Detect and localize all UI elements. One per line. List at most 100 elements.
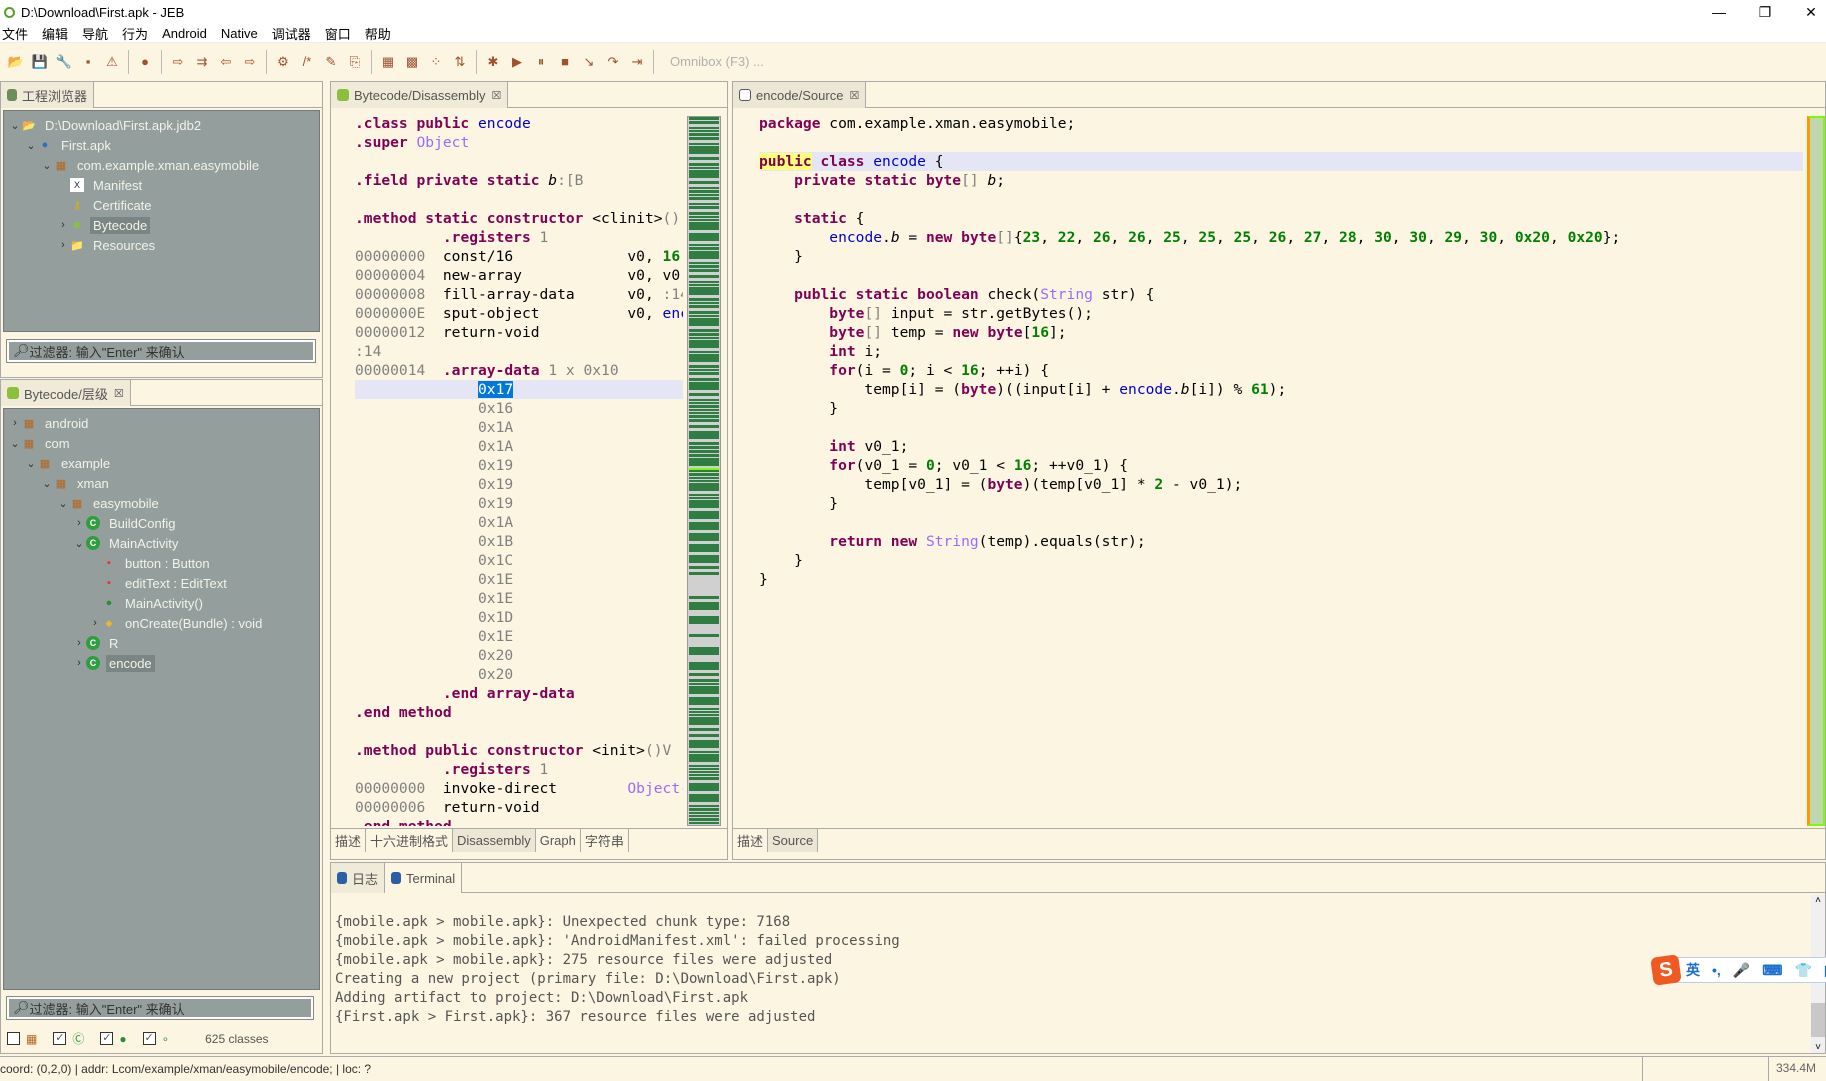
menu-2[interactable]: 导航 xyxy=(80,24,116,43)
hierarchy-filter-input[interactable]: 🔎︎ 过滤器: 输入"Enter" 来确认 xyxy=(6,996,314,1020)
tree-item[interactable]: › ▦ android xyxy=(8,413,91,433)
menu-5[interactable]: Native xyxy=(219,26,266,41)
scroll-thumb[interactable] xyxy=(1811,1003,1825,1037)
chevron-down-icon[interactable]: ⌄ xyxy=(40,159,54,172)
view-tab[interactable]: Graph xyxy=(536,829,581,852)
jump-icon[interactable]: ⇨ xyxy=(169,53,187,71)
tree-item[interactable]: › Cencode xyxy=(72,653,155,673)
chevron-right-icon[interactable]: › xyxy=(72,657,86,669)
forward-icon[interactable]: ⇨ xyxy=(241,53,259,71)
sogou-logo-icon[interactable]: S xyxy=(1650,954,1682,986)
navigate-icon[interactable]: ⇉ xyxy=(193,53,211,71)
tree-item[interactable]: ▪ editText : EditText xyxy=(88,573,230,593)
pause-icon[interactable]: ⏸ xyxy=(532,53,550,71)
view-tab[interactable]: Disassembly xyxy=(453,829,536,852)
comment-icon[interactable]: /* xyxy=(298,53,316,71)
minimize-button[interactable]: — xyxy=(1696,0,1742,24)
menu-3[interactable]: 行为 xyxy=(120,24,156,43)
tree-item[interactable]: ⚷ Certificate xyxy=(56,195,155,215)
menu-4[interactable]: Android xyxy=(160,26,215,41)
globe-icon[interactable]: ● xyxy=(136,53,154,71)
menu-1[interactable]: 编辑 xyxy=(40,24,76,43)
close-tab-icon[interactable]: ☒ xyxy=(114,387,124,400)
scroll-down-icon[interactable]: ˅ xyxy=(1811,1042,1825,1053)
filter-checkbox[interactable] xyxy=(7,1032,20,1045)
view-tab[interactable]: 字符串 xyxy=(581,829,629,852)
export-icon[interactable]: ⎘ xyxy=(346,53,364,71)
chevron-right-icon[interactable]: › xyxy=(88,617,102,629)
graph-icon[interactable]: ⁘ xyxy=(427,53,445,71)
package-icon[interactable]: ▦ xyxy=(379,53,397,71)
chevron-down-icon[interactable]: ⌄ xyxy=(40,477,54,490)
chevron-down-icon[interactable]: ⌄ xyxy=(24,457,38,470)
chevron-down-icon[interactable]: ⌄ xyxy=(8,119,22,132)
chevron-down-icon[interactable]: ⌄ xyxy=(72,537,86,550)
ime-language-toggle[interactable]: 英 xyxy=(1686,960,1700,980)
view-tab[interactable]: 描述 xyxy=(331,829,367,852)
view-tab[interactable]: 十六进制格式 xyxy=(366,829,454,852)
menu-8[interactable]: 帮助 xyxy=(363,24,399,43)
chevron-right-icon[interactable]: › xyxy=(56,219,70,231)
rename-icon[interactable]: ✎ xyxy=(322,53,340,71)
tab-bytecode-disassembly[interactable]: Bytecode/Disassembly ☒ xyxy=(331,82,509,108)
source-code[interactable]: package com.example.xman.easymobile; publ… xyxy=(759,114,1803,826)
chevron-down-icon[interactable]: ⌄ xyxy=(56,497,70,510)
tree-item[interactable]: ⌄ ▦ com xyxy=(8,433,73,453)
close-button[interactable]: ✕ xyxy=(1788,0,1826,24)
ime-punctuation-icon[interactable]: •, xyxy=(1712,962,1721,978)
chevron-right-icon[interactable]: › xyxy=(56,239,70,251)
tree-item[interactable]: ⌄ 📂 D:\Download\First.apk.jdb2 xyxy=(8,115,204,135)
tree-item[interactable]: › ◆ onCreate(Bundle) : void xyxy=(88,613,265,633)
disassembly-overview-scrollbar[interactable] xyxy=(687,116,721,826)
chevron-right-icon[interactable]: › xyxy=(8,417,22,429)
debug-bug-icon[interactable]: ✱ xyxy=(484,53,502,71)
step-out-icon[interactable]: ⇥ xyxy=(628,53,646,71)
sort-icon[interactable]: ⇅ xyxy=(451,53,469,71)
scroll-up-icon[interactable]: ˄ xyxy=(1811,895,1825,906)
tab-encode-source[interactable]: encode/Source ☒ xyxy=(733,82,867,108)
ime-keyboard-icon[interactable]: ⌨ xyxy=(1762,962,1782,979)
restore-button[interactable]: ❐ xyxy=(1742,0,1788,24)
close-tab-icon[interactable]: ☒ xyxy=(492,89,502,102)
step-into-icon[interactable]: ↘ xyxy=(580,53,598,71)
menu-0[interactable]: 文件 xyxy=(0,24,36,43)
warning-icon[interactable]: ⚠ xyxy=(103,53,121,71)
tree-item[interactable]: ● MainActivity() xyxy=(88,593,206,613)
tree-item[interactable]: X Manifest xyxy=(56,175,145,195)
ime-skin-icon[interactable]: 👕 xyxy=(1794,962,1811,979)
chevron-down-icon[interactable]: ⌄ xyxy=(24,139,38,152)
stamp-icon[interactable]: ▪ xyxy=(79,53,97,71)
menu-7[interactable]: 窗口 xyxy=(323,24,359,43)
tree-item[interactable]: › ✱ Bytecode xyxy=(56,215,151,235)
tab-log[interactable]: 日志 xyxy=(331,863,386,893)
chevron-down-icon[interactable]: ⌄ xyxy=(8,437,22,450)
wrench-icon[interactable]: 🔧 xyxy=(55,53,73,71)
tree-item[interactable]: ⌄ ● First.apk xyxy=(24,135,114,155)
tab-terminal[interactable]: Terminal xyxy=(385,863,463,893)
back-icon[interactable]: ⇦ xyxy=(217,53,235,71)
tree-item[interactable]: › C BuildConfig xyxy=(72,513,179,533)
tree-item[interactable]: ⌄ ▦ example xyxy=(24,453,113,473)
tree-item[interactable]: ⌄ ▦ easymobile xyxy=(56,493,162,513)
omnibox-input[interactable]: Omnibox (F3) ... xyxy=(670,54,764,69)
view-tab[interactable]: 描述 xyxy=(733,829,769,852)
save-icon[interactable]: 💾 xyxy=(31,53,49,71)
project-filter-input[interactable]: 🔎︎ 过滤器: 输入"Enter" 来确认 xyxy=(6,339,316,363)
tree-item[interactable]: ⌄ ▦ com.example.xman.easymobile xyxy=(40,155,262,175)
source-overview-ruler[interactable] xyxy=(1807,116,1825,826)
tab-bytecode-hierarchy[interactable]: Bytecode/层级 ☒ xyxy=(1,380,131,406)
chevron-right-icon[interactable]: › xyxy=(72,637,86,649)
decompile-icon[interactable]: ⚙ xyxy=(274,53,292,71)
stop-icon[interactable]: ■ xyxy=(556,53,574,71)
tree-item[interactable]: ▪ button : Button xyxy=(88,553,213,573)
menu-6[interactable]: 调试器 xyxy=(270,24,319,43)
tree-item[interactable]: ⌄ C MainActivity xyxy=(72,533,181,553)
chevron-right-icon[interactable]: › xyxy=(72,517,86,529)
open-folder-icon[interactable]: 📂 xyxy=(7,53,25,71)
disassembly-code[interactable]: .class public encode .super Object .field … xyxy=(355,114,683,826)
run-icon[interactable]: ▶ xyxy=(508,53,526,71)
ime-toolbar[interactable]: S英•,🎤⌨👕▦ xyxy=(1650,954,1826,986)
tree-item[interactable]: ⌄ ▦ xman xyxy=(40,473,112,493)
tab-project-explorer[interactable]: 工程浏览器 xyxy=(1,82,95,108)
classes-icon[interactable]: ▩ xyxy=(403,53,421,71)
